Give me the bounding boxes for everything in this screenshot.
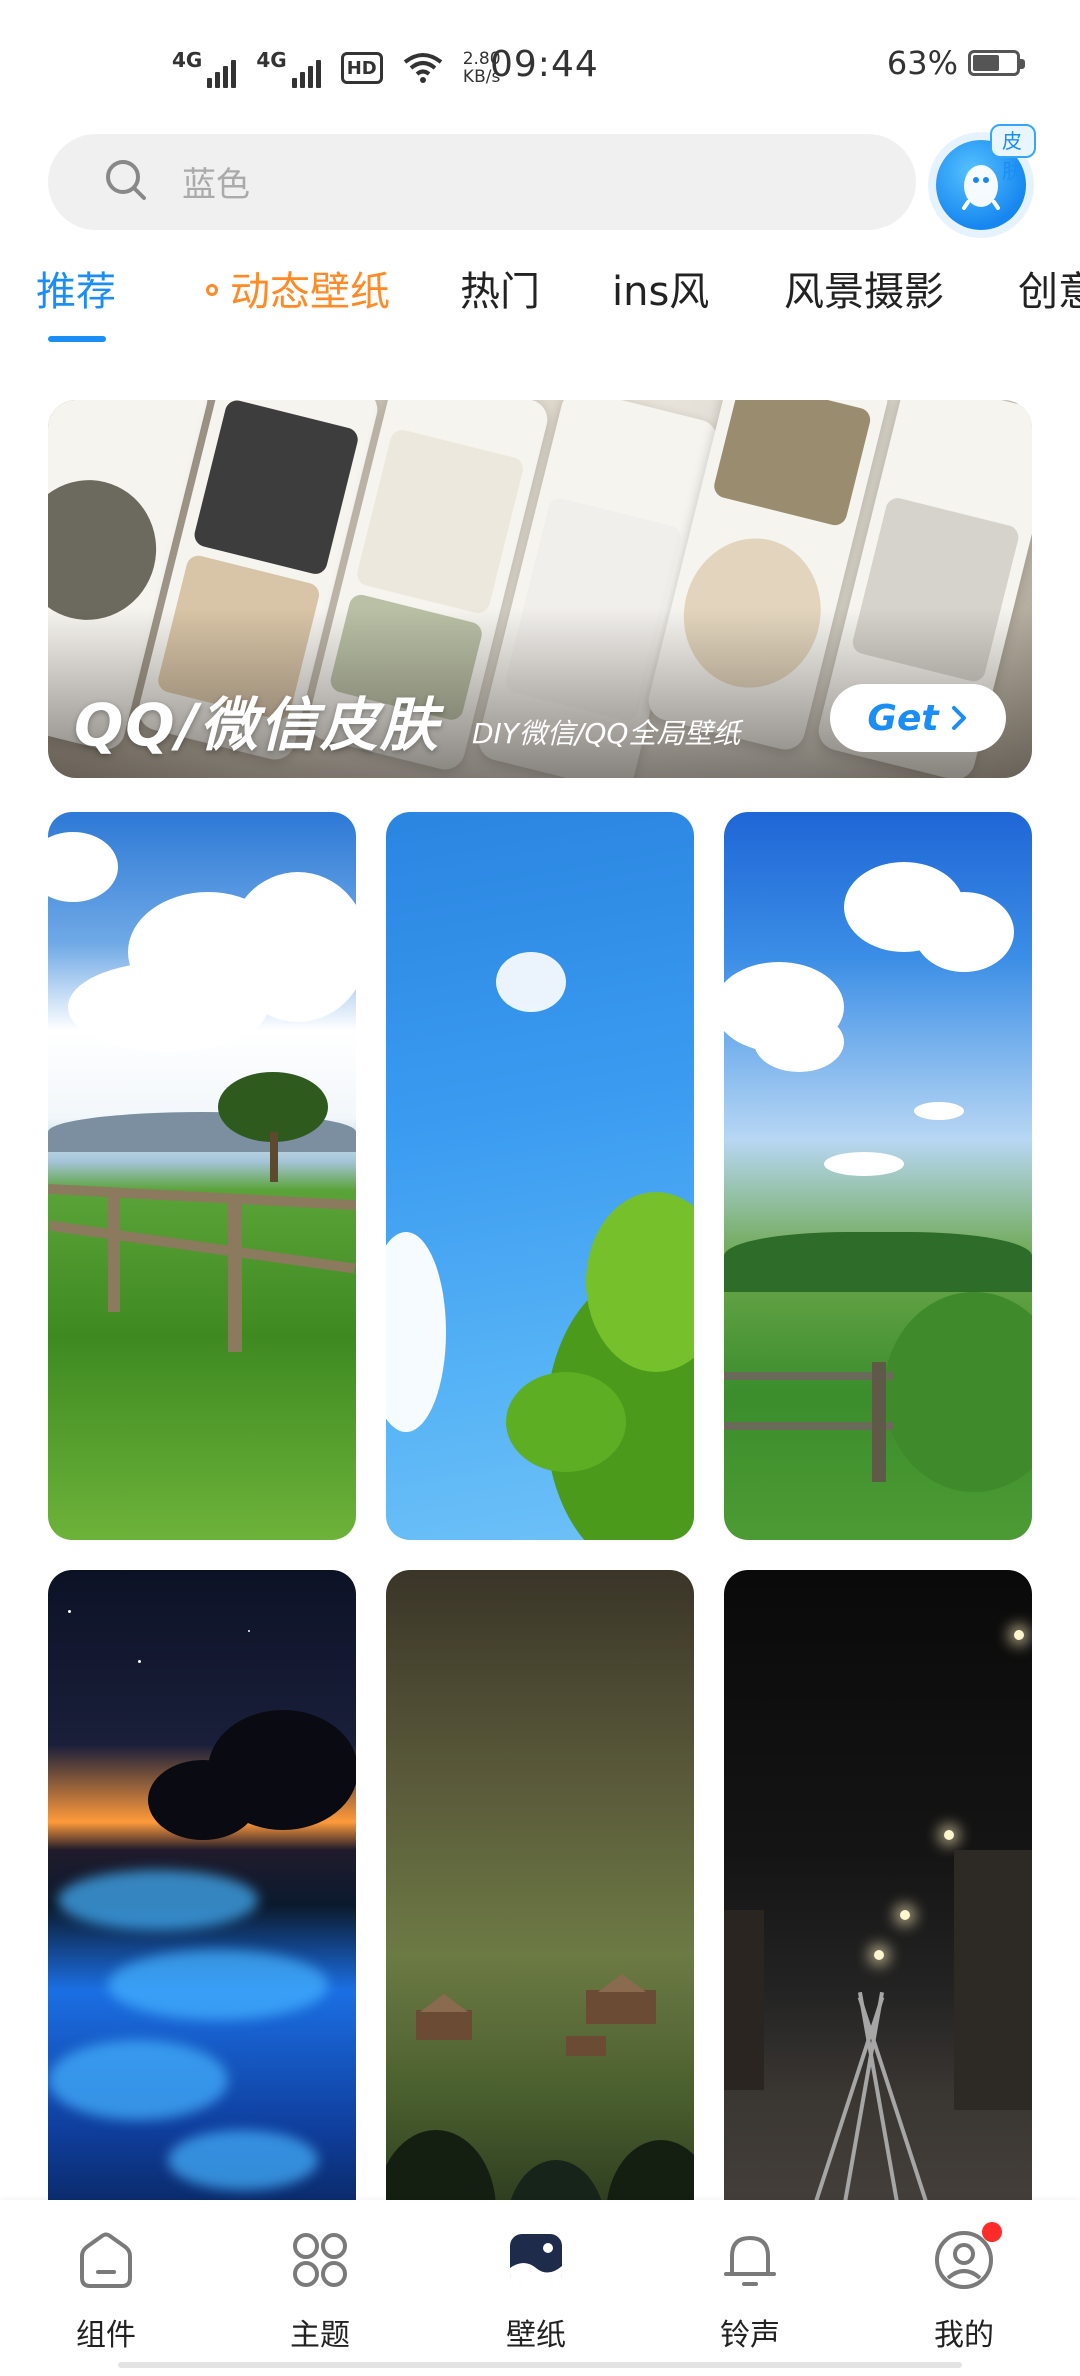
- notification-dot: [982, 2222, 1002, 2242]
- wallpaper-tile[interactable]: [48, 812, 356, 1540]
- wallpaper-tile[interactable]: [48, 1570, 356, 2270]
- signal-label: 4G: [256, 48, 287, 72]
- search-icon: [106, 160, 146, 200]
- nav-label: 组件: [76, 2318, 136, 2353]
- live-dot-icon: [206, 284, 218, 296]
- hd-icon: HD: [340, 52, 383, 84]
- battery-status: 63%: [886, 44, 1025, 82]
- nav-label: 铃声: [720, 2318, 780, 2353]
- nav-ringtones[interactable]: 铃声: [670, 2228, 830, 2358]
- bottom-navigation: 组件 主题 壁纸 铃声 我的: [0, 2200, 1080, 2376]
- bell-icon: [718, 2228, 782, 2292]
- nav-label: 壁纸: [506, 2318, 566, 2353]
- grid-icon: [288, 2228, 352, 2292]
- status-icons: 4G 4G HD 2.80 KB/s: [172, 38, 501, 98]
- status-bar: 4G 4G HD 2.80 KB/s 09:44 63%: [0, 0, 1080, 130]
- get-button[interactable]: Get: [830, 684, 1006, 752]
- home-indicator: [118, 2362, 962, 2368]
- wifi-icon: [403, 53, 442, 83]
- search-bar[interactable]: [48, 134, 916, 230]
- skin-banner[interactable]: QQ/微信皮肤 DIY微信/QQ全局壁纸 Get: [48, 400, 1032, 778]
- nav-wallpaper[interactable]: 壁纸: [456, 2228, 616, 2358]
- banner-subtitle: DIY微信/QQ全局壁纸: [472, 717, 741, 750]
- clock: 09:44: [490, 44, 599, 85]
- active-tab-indicator: [48, 336, 106, 342]
- banner-title: QQ/微信皮肤: [74, 691, 440, 759]
- nav-profile[interactable]: 我的: [884, 2222, 1044, 2358]
- tab-landscape[interactable]: 风景摄影: [784, 262, 944, 322]
- skin-button[interactable]: 皮肤: [936, 124, 1036, 230]
- search-input[interactable]: [180, 160, 880, 210]
- battery-icon: [968, 50, 1025, 76]
- skin-badge: 皮肤: [990, 124, 1036, 183]
- signal-icon: 4G: [172, 48, 237, 88]
- wallpaper-tile[interactable]: [724, 812, 1032, 1540]
- home-icon: [74, 2228, 138, 2292]
- signal-icon: 4G: [256, 48, 321, 88]
- wallpaper-icon: [504, 2228, 568, 2292]
- get-button-label: Get: [867, 697, 939, 739]
- tab-ins-style[interactable]: ins风: [612, 262, 709, 322]
- nav-themes[interactable]: 主题: [240, 2228, 400, 2358]
- category-tabs: 推荐 动态壁纸 热门 ins风 风景摄影 创意: [0, 262, 1080, 342]
- nav-label: 我的: [934, 2318, 994, 2353]
- wallpaper-tile[interactable]: [386, 812, 694, 1540]
- wallpaper-tile[interactable]: [724, 1570, 1032, 2270]
- wallpaper-tile[interactable]: [386, 1570, 694, 2270]
- tab-dynamic-wallpaper[interactable]: 动态壁纸: [206, 262, 390, 322]
- tab-recommend[interactable]: 推荐: [36, 262, 116, 322]
- tab-hot[interactable]: 热门: [460, 262, 540, 322]
- nav-label: 主题: [290, 2318, 350, 2353]
- tab-creative[interactable]: 创意: [1018, 262, 1080, 322]
- signal-label: 4G: [172, 48, 203, 72]
- nav-widgets[interactable]: 组件: [26, 2228, 186, 2358]
- profile-icon: [932, 2222, 1002, 2292]
- chevron-right-icon: [951, 706, 966, 730]
- battery-percent: 63%: [886, 44, 958, 82]
- tab-label: 动态壁纸: [230, 269, 390, 315]
